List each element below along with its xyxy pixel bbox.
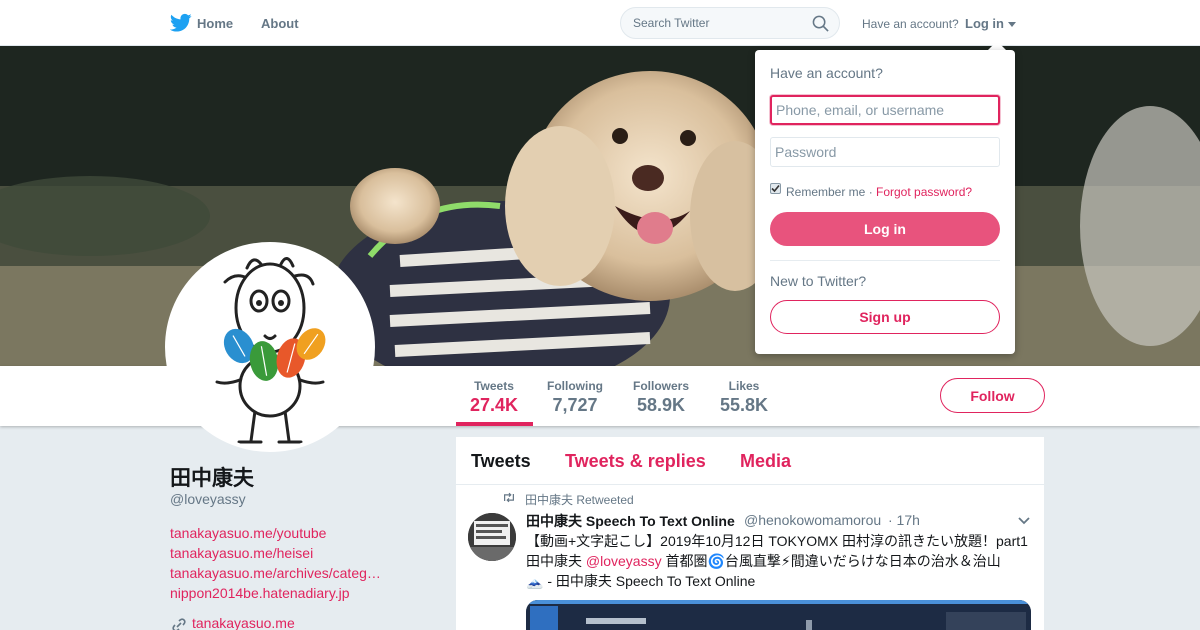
separator-dot: ·	[868, 185, 873, 199]
checkmark-icon	[771, 184, 780, 193]
chevron-down-icon[interactable]	[1018, 517, 1030, 525]
dropdown-caret	[988, 41, 1006, 50]
tweet-text-segment: 首都圏🌀台風直撃⚡間違いだらけな日本の治水＆治山	[661, 553, 1001, 569]
timeline: Tweets Tweets & replies Media 田中康夫 Retwe…	[456, 437, 1044, 630]
tweet-line: 【動画+文字起こし】2019年10月12日 TOKYOMX 田村淳の訊きたい放題…	[526, 533, 1028, 549]
stat-value: 27.4K	[470, 395, 519, 415]
twitter-bird-icon[interactable]	[170, 13, 192, 33]
profile-bio-links: tanakayasuo.me/youtube tanakayasuo.me/he…	[170, 523, 390, 603]
new-to-twitter-text: New to Twitter?	[770, 273, 867, 289]
profile-website-link[interactable]: tanakayasuo.me	[192, 615, 295, 630]
stat-value: 58.9K	[636, 395, 686, 415]
tab-tweets[interactable]: Tweets	[471, 451, 531, 472]
active-stat-indicator	[456, 422, 533, 426]
bio-link[interactable]: tanakayasuo.me/heisei	[170, 543, 390, 563]
password-field[interactable]	[770, 137, 1000, 167]
bio-link[interactable]: tanakayasuo.me/archives/categ…	[170, 563, 390, 583]
nav-home-link[interactable]: Home	[197, 16, 233, 31]
link-icon	[172, 618, 186, 630]
follow-button[interactable]: Follow	[940, 378, 1045, 413]
remember-me-text: Remember me	[786, 185, 866, 199]
login-button[interactable]: Log in	[770, 212, 1000, 246]
stat-value: 55.8K	[719, 395, 769, 415]
top-nav: Home About Have an account? Log in	[0, 0, 1200, 46]
retweet-icon	[504, 492, 514, 503]
nav-about-link[interactable]: About	[261, 16, 299, 31]
tweet-author-avatar[interactable]	[468, 513, 516, 561]
stat-label: Followers	[632, 379, 689, 393]
tweet-mention-link[interactable]: @loveyassy	[586, 553, 662, 569]
stat-label: Following	[547, 379, 603, 393]
stat-tweets[interactable]: Tweets 27.4K	[470, 379, 518, 416]
login-dropdown-title: Have an account?	[770, 65, 883, 81]
tab-tweets-replies[interactable]: Tweets & replies	[565, 451, 706, 472]
profile-avatar[interactable]	[165, 242, 375, 452]
stat-following[interactable]: Following 7,727	[547, 379, 603, 416]
tweet-author-handle[interactable]: @henokowomamorou	[744, 512, 881, 528]
username-field[interactable]	[770, 95, 1000, 125]
stat-followers[interactable]: Followers 58.9K	[632, 379, 690, 416]
search-box[interactable]	[620, 7, 840, 39]
stat-likes[interactable]: Likes 55.8K	[719, 379, 769, 416]
have-account-text: Have an account?	[862, 17, 959, 31]
tweet-line: 🗻 - 田中康夫 Speech To Text Online	[526, 573, 756, 589]
search-input[interactable]	[633, 16, 803, 30]
tweet-timestamp[interactable]: · 17h	[888, 512, 920, 528]
bio-link[interactable]: nippon2014be.hatenadiary.jp	[170, 583, 390, 603]
tweet-line: 田中康夫 @loveyassy 首都圏🌀台風直撃⚡間違いだらけな日本の治水＆治山	[526, 551, 1036, 571]
remember-me-label[interactable]: Remember me ·	[786, 185, 873, 199]
stat-value: 7,727	[552, 395, 598, 415]
tweet-author-name[interactable]: 田中康夫 Speech To Text Online	[526, 511, 735, 531]
tweet-text: 【動画+文字起こし】2019年10月12日 TOKYOMX 田村淳の訊きたい放題…	[526, 531, 1036, 591]
login-dropdown-toggle[interactable]: Log in	[965, 16, 1004, 31]
timeline-tabs: Tweets Tweets & replies Media	[456, 437, 1044, 485]
search-icon[interactable]	[812, 15, 829, 32]
tweet-media-preview[interactable]	[526, 600, 1031, 630]
profile-name[interactable]: 田中康夫	[170, 462, 254, 492]
forgot-password-link[interactable]: Forgot password?	[876, 185, 972, 199]
signup-button[interactable]: Sign up	[770, 300, 1000, 334]
tab-media[interactable]: Media	[740, 451, 791, 472]
retweeted-by-text[interactable]: 田中康夫 Retweeted	[525, 491, 634, 508]
bio-link[interactable]: tanakayasuo.me/youtube	[170, 523, 390, 543]
profile-handle[interactable]: @loveyassy	[170, 491, 246, 507]
caret-down-icon[interactable]	[1008, 22, 1016, 27]
stat-label: Likes	[728, 379, 760, 393]
tweet-text-segment: 田中康夫	[526, 553, 586, 569]
login-dropdown: Have an account? Remember me · Forgot pa…	[755, 50, 1015, 354]
stat-label: Tweets	[474, 379, 514, 393]
divider	[770, 260, 1000, 261]
remember-me-checkbox[interactable]	[770, 183, 781, 194]
